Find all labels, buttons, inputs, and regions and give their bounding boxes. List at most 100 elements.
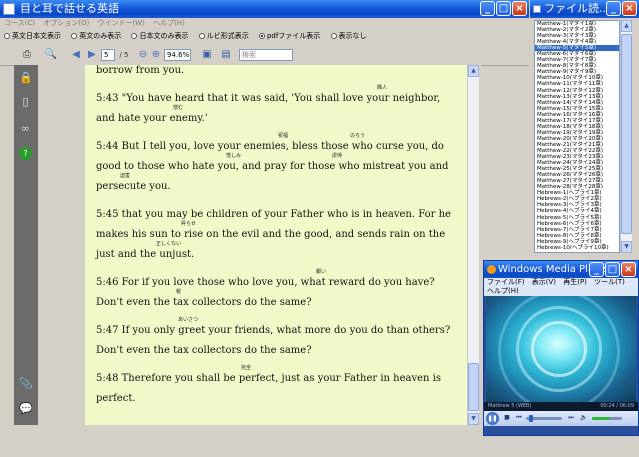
radio-label: 英文のみ表示 xyxy=(79,32,122,40)
wmp-window: Windows Media Player _ □ × ファイル(F) 表示(V)… xyxy=(483,260,639,436)
play-time: 00:24 / 06:09 xyxy=(600,403,634,409)
zoom-in-icon[interactable]: ⊕ xyxy=(150,48,162,62)
print-icon[interactable]: ⎙ xyxy=(20,48,34,62)
app-icon xyxy=(3,3,15,15)
radio-label: 日本文のみ表示 xyxy=(139,32,189,40)
reader-title-bar[interactable]: 目と耳で話せる英語 _ □ × xyxy=(0,0,529,18)
next-page-icon[interactable]: ▶ xyxy=(86,48,98,62)
search-field[interactable]: 検索 xyxy=(239,49,293,61)
scroll-down-icon[interactable]: ▼ xyxy=(621,241,632,253)
scroll-up-icon[interactable]: ▲ xyxy=(621,20,632,32)
radio-dot xyxy=(4,33,10,39)
minimize-button[interactable]: _ xyxy=(606,1,621,16)
scroll-thumb[interactable] xyxy=(621,34,632,234)
prev-page-icon[interactable]: ◀ xyxy=(70,48,82,62)
pages-icon[interactable]: ▯ xyxy=(19,95,32,108)
viz-swirl xyxy=(498,296,620,402)
minimize-button[interactable]: _ xyxy=(480,1,495,16)
wmp-menu-help[interactable]: ヘルプ(H) xyxy=(487,287,519,295)
radio-label: pdfファイル表示 xyxy=(266,32,321,40)
ruby-annotation: 税 xyxy=(176,289,182,295)
wmp-menu-tools[interactable]: ツール(T) xyxy=(594,278,625,286)
text-line: 5:45 that you may be children of your Fa… xyxy=(96,209,451,220)
menu-help[interactable]: ヘルプ(H) xyxy=(153,19,185,27)
volume-slider[interactable] xyxy=(592,417,622,420)
pause-button[interactable]: ❚❚ xyxy=(486,412,499,425)
pdf-left-sidebar: 🔒 ▯ ∞ ? 📎 💬 xyxy=(14,65,38,425)
scroll-thumb[interactable] xyxy=(468,363,479,411)
lock-icon[interactable]: 🔒 xyxy=(19,71,33,84)
ruby-annotation: 憎む xyxy=(173,105,184,111)
binoculars-icon[interactable]: ∞ xyxy=(19,122,32,135)
seek-thumb[interactable] xyxy=(529,415,533,422)
text-line: makes his sun to rise on the evil and th… xyxy=(96,229,446,240)
radio-ruby[interactable]: ルビ形式表示 xyxy=(198,28,249,44)
scroll-down-icon[interactable]: ▼ xyxy=(468,413,479,425)
next-track-icon[interactable]: ⏭ xyxy=(566,414,576,422)
attachment-icon[interactable]: 📎 xyxy=(19,377,33,390)
radio-dot xyxy=(131,33,138,39)
menu-course[interactable]: コース(C) xyxy=(4,19,35,27)
minimize-button[interactable]: _ xyxy=(589,262,604,277)
radio-pdf[interactable]: pdfファイル表示 xyxy=(258,28,321,44)
display-mode-radios: 英文日本文表示 英文のみ表示 日本文のみ表示 ルビ形式表示 pdfファイル表示 … xyxy=(0,28,529,44)
close-button[interactable]: × xyxy=(621,262,636,277)
paragraph: 5:46 For if you love those who love you,… xyxy=(96,270,457,313)
volume-fill xyxy=(592,417,610,420)
radio-en-jp[interactable]: 英文日本文表示 xyxy=(4,28,61,44)
text-line: 5:44 But I tell you, love your enemies, … xyxy=(96,141,444,152)
list-vertical-scrollbar[interactable]: ▲ ▼ xyxy=(620,20,632,253)
ruby-annotation: 迫害 xyxy=(120,173,131,179)
comments-icon[interactable]: 💬 xyxy=(19,402,33,415)
radio-jp-only[interactable]: 日本文のみ表示 xyxy=(131,28,188,44)
menu-window[interactable]: ウインドー(W) xyxy=(97,19,144,27)
pdf-page: borrow from you. 5:43 "You have heard th… xyxy=(85,65,467,425)
page-total: / 5 xyxy=(119,51,129,59)
menu-options[interactable]: オプション(O) xyxy=(43,19,89,27)
maximize-button[interactable]: □ xyxy=(605,262,620,277)
ruby-annotation: のろう xyxy=(350,133,366,139)
radio-dot xyxy=(330,33,337,39)
wmp-menu-file[interactable]: ファイル(F) xyxy=(487,278,525,286)
help-icon[interactable]: ? xyxy=(19,147,32,160)
seek-bar[interactable] xyxy=(526,415,562,422)
filelist-title: ファイル読... xyxy=(544,2,610,15)
wmp-menu-play[interactable]: 再生(P) xyxy=(563,278,587,286)
radio-en-only[interactable]: 英文のみ表示 xyxy=(71,28,121,44)
visualization xyxy=(486,296,636,402)
wmp-menu-view[interactable]: 表示(V) xyxy=(532,278,556,286)
stop-icon[interactable]: ■ xyxy=(503,414,511,422)
zoom-out-icon[interactable]: ⊖ xyxy=(137,48,149,62)
paragraph: 5:43 "You have heard that it was said, '… xyxy=(96,86,457,129)
fit-width-icon[interactable]: ▤ xyxy=(219,48,233,62)
search-icon[interactable]: 🔍 xyxy=(44,48,58,62)
text-line: borrow from you. xyxy=(96,65,185,76)
chapter-list-item[interactable]: Hebrews-10(ヘブライ10章) xyxy=(535,245,619,251)
paragraph: 5:44 But I tell you, love your enemies, … xyxy=(96,133,457,197)
filelist-title-bar[interactable]: ファイル読... _ × xyxy=(530,0,639,18)
ruby-annotation: 憎しみ xyxy=(226,153,242,159)
pdf-toolbar: ⎙ 🔍 ◀ ▶ 5 / 5 ⊖ ⊕ 94.6% ▣ ▤ 検索 xyxy=(0,45,529,66)
radio-label: ルビ形式表示 xyxy=(206,32,249,40)
page-number-input[interactable]: 5 xyxy=(101,49,115,61)
close-button[interactable]: × xyxy=(512,1,527,16)
mute-icon[interactable]: 🔈 xyxy=(579,414,589,422)
close-button[interactable]: × xyxy=(622,1,637,16)
text-line: 5:43 "You have heard that it was said, '… xyxy=(96,93,441,104)
ruby-annotation: 祝福 xyxy=(278,133,289,139)
paragraph: borrow from you. xyxy=(96,65,457,81)
ruby-annotation: あいさつ xyxy=(178,317,199,323)
wmp-title-bar[interactable]: Windows Media Player _ □ × xyxy=(484,261,638,279)
fit-page-icon[interactable]: ▣ xyxy=(200,48,214,62)
chapter-list[interactable]: Matthew-1(マタイ1章) Matthew-2(マタイ2章) Matthew-… xyxy=(534,20,620,253)
radio-dot xyxy=(198,33,205,39)
chapter-list-items: Matthew-1(マタイ1章) Matthew-2(マタイ2章) Matthew-… xyxy=(535,21,619,251)
ruby-annotation: 正しくない xyxy=(156,241,182,247)
pdf-vertical-scrollbar[interactable]: ▲ ▼ xyxy=(467,65,479,425)
zoom-select[interactable]: 94.6% xyxy=(164,49,191,61)
previous-track-icon[interactable]: ⏮ xyxy=(514,414,524,422)
maximize-button[interactable]: □ xyxy=(496,1,511,16)
radio-label: 表示なし xyxy=(338,32,367,40)
radio-none[interactable]: 表示なし xyxy=(330,28,367,44)
scroll-up-icon[interactable]: ▲ xyxy=(468,65,479,77)
